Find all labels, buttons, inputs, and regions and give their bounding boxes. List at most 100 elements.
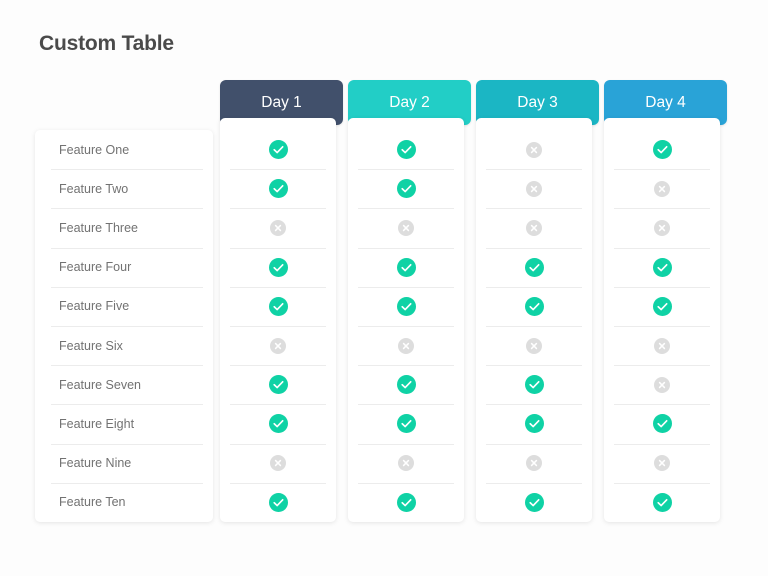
check-circle-icon	[268, 140, 288, 160]
feature-value-cell[interactable]	[220, 325, 336, 365]
feature-row: Feature One	[35, 130, 213, 169]
check-circle-icon	[652, 257, 672, 277]
cross-circle-icon	[398, 337, 414, 354]
feature-value-cell[interactable]	[476, 247, 592, 287]
feature-row: Feature Ten	[35, 482, 213, 522]
feature-row: Feature Three	[35, 208, 213, 247]
feature-value-cell[interactable]	[604, 247, 720, 287]
feature-value-cell[interactable]	[476, 404, 592, 443]
feature-value-cell[interactable]	[348, 365, 464, 404]
check-circle-icon	[268, 179, 288, 199]
check-circle-icon	[524, 414, 544, 434]
check-circle-icon	[652, 414, 672, 434]
cross-circle-icon	[526, 337, 542, 354]
feature-value-cell[interactable]	[604, 482, 720, 522]
cross-circle-icon	[654, 337, 670, 354]
check-circle-icon	[652, 140, 672, 160]
feature-value-cell[interactable]	[476, 482, 592, 522]
check-circle-icon	[396, 375, 416, 395]
cross-circle-icon	[398, 219, 414, 236]
feature-label: Feature Ten	[59, 495, 126, 510]
feature-label: Feature Five	[59, 299, 130, 314]
check-circle-icon	[652, 492, 672, 512]
feature-value-cell[interactable]	[348, 404, 464, 443]
cross-circle-icon	[270, 337, 286, 354]
check-circle-icon	[396, 492, 416, 512]
cross-circle-icon	[398, 455, 414, 472]
feature-value-cell[interactable]	[220, 169, 336, 208]
check-circle-icon	[268, 375, 288, 395]
feature-value-cell[interactable]	[348, 169, 464, 208]
check-circle-icon	[268, 257, 288, 277]
feature-label: Feature Six	[59, 338, 123, 353]
column-header-label: Day 2	[389, 93, 430, 111]
slide-canvas: Custom Table Day 1 Day 2 Day 3 Day 4 Featur…	[0, 0, 768, 576]
feature-value-cell[interactable]	[220, 482, 336, 522]
column-header-label: Day 1	[261, 93, 302, 111]
check-circle-icon	[396, 414, 416, 434]
feature-label: Feature Eight	[59, 416, 135, 431]
feature-value-cell[interactable]	[220, 443, 336, 483]
feature-value-cell[interactable]	[604, 443, 720, 483]
feature-value-cell[interactable]	[220, 130, 336, 169]
feature-value-cell[interactable]	[476, 208, 592, 247]
feature-value-cell[interactable]	[220, 286, 336, 326]
cross-circle-icon	[526, 141, 542, 158]
feature-label: Feature Nine	[59, 456, 132, 471]
feature-list-card: Feature One Feature Two Feature Three Featu…	[35, 130, 213, 522]
feature-value-cell[interactable]	[348, 286, 464, 326]
feature-value-cell[interactable]	[348, 130, 464, 169]
check-circle-icon	[268, 296, 288, 316]
feature-value-cell[interactable]	[604, 286, 720, 326]
feature-label: Feature Four	[59, 260, 132, 275]
cross-circle-icon	[526, 180, 542, 197]
feature-row: Feature Two	[35, 169, 213, 208]
check-circle-icon	[396, 296, 416, 316]
feature-value-cell[interactable]	[348, 443, 464, 483]
check-circle-icon	[524, 257, 544, 277]
feature-value-cell[interactable]	[220, 404, 336, 443]
feature-value-cell[interactable]	[476, 365, 592, 404]
feature-row: Feature Four	[35, 247, 213, 287]
cross-circle-icon	[654, 219, 670, 236]
cross-circle-icon	[526, 219, 542, 236]
feature-value-cell[interactable]	[220, 247, 336, 287]
column-header-label: Day 3	[517, 93, 558, 111]
feature-value-cell[interactable]	[476, 169, 592, 208]
feature-value-cell[interactable]	[604, 365, 720, 404]
check-circle-icon	[524, 296, 544, 316]
cross-circle-icon	[270, 219, 286, 236]
check-circle-icon	[396, 257, 416, 277]
feature-value-cell[interactable]	[604, 169, 720, 208]
feature-value-cell[interactable]	[476, 130, 592, 169]
feature-value-cell[interactable]	[348, 208, 464, 247]
feature-value-cell[interactable]	[604, 130, 720, 169]
feature-value-cell[interactable]	[604, 208, 720, 247]
feature-label: Feature One	[59, 142, 130, 157]
feature-row: Feature Seven	[35, 365, 213, 404]
cross-circle-icon	[654, 376, 670, 393]
feature-value-cell[interactable]	[220, 208, 336, 247]
check-circle-icon	[524, 375, 544, 395]
day-column-3	[476, 118, 592, 522]
feature-value-cell[interactable]	[348, 482, 464, 522]
check-circle-icon	[268, 492, 288, 512]
cross-circle-icon	[526, 455, 542, 472]
page-title: Custom Table	[39, 32, 174, 55]
cross-circle-icon	[270, 455, 286, 472]
feature-value-cell[interactable]	[476, 325, 592, 365]
feature-value-cell[interactable]	[476, 286, 592, 326]
feature-row: Feature Six	[35, 325, 213, 365]
check-circle-icon	[396, 179, 416, 199]
feature-value-cell[interactable]	[604, 325, 720, 365]
feature-value-cell[interactable]	[220, 365, 336, 404]
check-circle-icon	[524, 492, 544, 512]
feature-row: Feature Five	[35, 286, 213, 326]
feature-value-cell[interactable]	[348, 325, 464, 365]
feature-value-cell[interactable]	[348, 247, 464, 287]
feature-value-cell[interactable]	[476, 443, 592, 483]
day-column-1	[220, 118, 336, 522]
feature-row: Feature Nine	[35, 443, 213, 483]
check-circle-icon	[396, 140, 416, 160]
feature-value-cell[interactable]	[604, 404, 720, 443]
